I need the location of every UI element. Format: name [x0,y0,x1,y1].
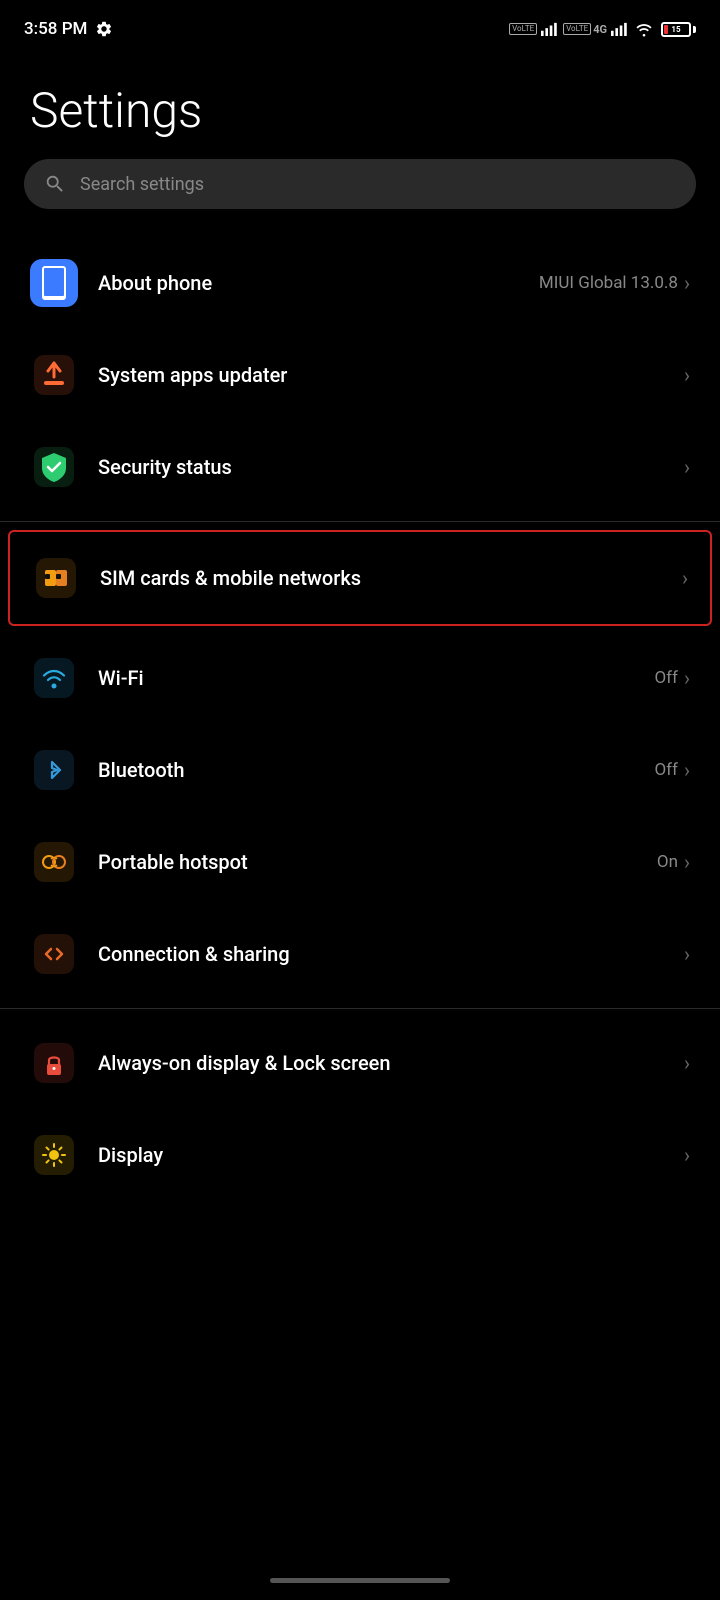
about-phone-content: About phone [98,271,539,295]
wifi-status-icon [633,21,655,37]
settings-item-bluetooth[interactable]: Bluetooth Off › [0,724,720,816]
about-phone-icon [30,259,78,307]
security-status-content: Security status [98,455,684,479]
system-apps-updater-content: System apps updater [98,363,684,387]
settings-item-connection-sharing[interactable]: Connection & sharing › [0,908,720,1000]
divider-1 [0,521,720,522]
portable-hotspot-chevron: › [684,850,690,874]
display-chevron: › [684,1143,690,1167]
sim-cards-content: SIM cards & mobile networks [100,566,682,590]
settings-item-display[interactable]: Display › [0,1109,720,1239]
search-icon [44,173,66,195]
always-on-display-right: › [684,1051,690,1075]
search-placeholder-text: Search settings [80,174,204,195]
settings-item-always-on-display[interactable]: Always-on display & Lock screen › [0,1017,720,1109]
status-left: 3:58 PM [24,19,113,39]
search-bar[interactable]: Search settings [24,159,696,209]
wifi-chevron: › [684,666,690,690]
settings-list: About phone MIUI Global 13.0.8 › System … [0,237,720,1239]
settings-item-security-status[interactable]: Security status › [0,421,720,513]
system-apps-updater-label: System apps updater [98,363,684,387]
wifi-icon [30,654,78,702]
always-on-display-content: Always-on display & Lock screen [98,1051,684,1075]
connection-sharing-icon [30,930,78,978]
wifi-label: Wi-Fi [98,666,654,690]
sim-cards-right: › [682,566,688,590]
system-apps-updater-icon [30,351,78,399]
portable-hotspot-label: Portable hotspot [98,850,657,874]
time-display: 3:58 PM [24,19,87,39]
divider-2 [0,1008,720,1009]
always-on-display-label: Always-on display & Lock screen [98,1051,684,1075]
portable-hotspot-content: Portable hotspot [98,850,657,874]
wifi-content: Wi-Fi [98,666,654,690]
bluetooth-content: Bluetooth [98,758,654,782]
security-status-chevron: › [684,455,690,479]
connection-sharing-content: Connection & sharing [98,942,684,966]
volte1-icon: VoLTE [509,22,557,36]
wifi-right: Off › [654,666,690,690]
bottom-bar [0,1560,720,1600]
volte2-icon: VoLTE 4G [563,22,627,36]
display-icon [30,1131,78,1179]
connection-sharing-right: › [684,942,690,966]
battery-icon: 15 [661,22,696,37]
security-status-label: Security status [98,455,684,479]
settings-gear-icon [95,20,113,38]
bluetooth-status: Off [654,760,678,780]
system-apps-updater-chevron: › [684,363,690,387]
bluetooth-right: Off › [654,758,690,782]
bluetooth-label: Bluetooth [98,758,654,782]
status-right: VoLTE VoLTE 4G [509,21,696,37]
display-content: Display [98,1143,684,1167]
bluetooth-icon [30,746,78,794]
portable-hotspot-icon [30,838,78,886]
wifi-status: Off [654,668,678,688]
status-bar: 3:58 PM VoLTE VoLTE 4G [0,0,720,52]
bluetooth-chevron: › [684,758,690,782]
sim-cards-label: SIM cards & mobile networks [100,566,682,590]
connection-sharing-chevron: › [684,942,690,966]
display-label: Display [98,1143,684,1167]
security-status-icon [30,443,78,491]
settings-item-about-phone[interactable]: About phone MIUI Global 13.0.8 › [0,237,720,329]
sim-cards-icon [32,554,80,602]
display-right: › [684,1143,690,1167]
always-on-display-chevron: › [684,1051,690,1075]
security-status-right: › [684,455,690,479]
settings-item-portable-hotspot[interactable]: Portable hotspot On › [0,816,720,908]
about-phone-right: MIUI Global 13.0.8 › [539,271,690,295]
always-on-display-icon [30,1039,78,1087]
settings-item-system-apps-updater[interactable]: System apps updater › [0,329,720,421]
system-apps-updater-right: › [684,363,690,387]
connection-sharing-label: Connection & sharing [98,942,684,966]
settings-item-sim-cards[interactable]: SIM cards & mobile networks › [8,530,712,626]
about-phone-label: About phone [98,271,539,295]
about-phone-chevron: › [684,271,690,295]
portable-hotspot-right: On › [657,850,690,874]
page-title: Settings [0,52,720,159]
home-indicator [270,1578,450,1583]
portable-hotspot-status: On [657,852,678,872]
about-phone-version: MIUI Global 13.0.8 [539,273,678,293]
sim-cards-chevron: › [682,566,688,590]
settings-item-wifi[interactable]: Wi-Fi Off › [0,632,720,724]
